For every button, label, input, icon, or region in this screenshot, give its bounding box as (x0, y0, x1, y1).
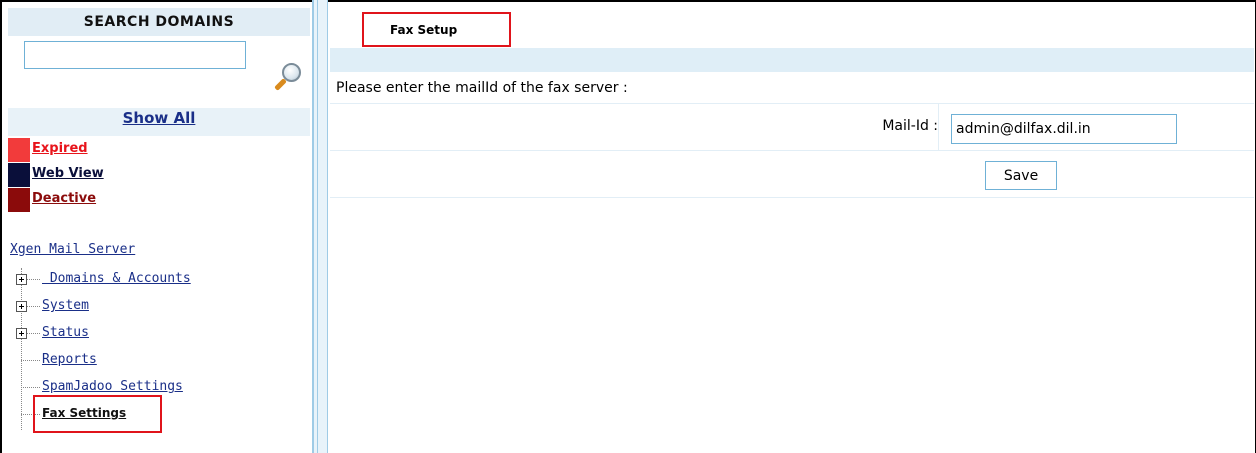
magnifier-icon[interactable] (273, 63, 303, 93)
column-divider (938, 104, 939, 151)
tab-fax-setup-label: Fax Setup (390, 23, 458, 37)
legend-deactive-label[interactable]: Deactive (32, 191, 96, 206)
legend-expired[interactable]: Expired (8, 138, 310, 162)
tree-connector-line (21, 268, 22, 430)
tree-root-xgen-mail-server[interactable]: Xgen Mail Server (10, 242, 135, 257)
legend-web-view[interactable]: Web View (8, 163, 310, 187)
show-all-link[interactable]: Show All (123, 109, 196, 127)
frame-splitter[interactable] (312, 0, 328, 453)
save-row: Save (330, 151, 1254, 198)
search-domains-header: SEARCH DOMAINS (8, 8, 310, 36)
show-all-band: Show All (8, 108, 310, 136)
sidebar: SEARCH DOMAINS Show All Expired Web View… (8, 8, 310, 453)
expired-color-swatch (8, 138, 30, 162)
prompt-row: Please enter the mailId of the fax serve… (330, 72, 1254, 104)
prompt-text: Please enter the mailId of the fax serve… (336, 80, 628, 96)
main-panel: Fax Setup Please enter the mailId of the… (330, 0, 1254, 453)
mail-id-label: Mail-Id : (882, 118, 938, 134)
tree-item-label[interactable]: Domains & Accounts (42, 271, 191, 286)
expand-plus-icon[interactable] (16, 274, 27, 285)
legend-deactive[interactable]: Deactive (8, 188, 310, 212)
search-domains-input[interactable] (24, 41, 246, 69)
expand-plus-icon[interactable] (16, 328, 27, 339)
legend-web-view-label[interactable]: Web View (32, 166, 104, 181)
legend-expired-label[interactable]: Expired (32, 141, 88, 156)
web-view-color-swatch (8, 163, 30, 187)
tree-item-label[interactable]: SpamJadoo Settings (42, 379, 183, 394)
tree-item-label[interactable]: Reports (42, 352, 97, 367)
expand-plus-icon[interactable] (16, 301, 27, 312)
deactive-color-swatch (8, 188, 30, 212)
mail-id-row: Mail-Id : (330, 104, 1254, 151)
tree-item-label[interactable]: System (42, 298, 89, 313)
header-strip (330, 48, 1254, 72)
tree-item-label[interactable]: Status (42, 325, 89, 340)
save-button[interactable]: Save (985, 161, 1057, 190)
tab-fax-setup[interactable]: Fax Setup (362, 12, 511, 47)
fax-settings-highlight-box (33, 395, 162, 433)
mail-id-input[interactable] (951, 114, 1177, 144)
